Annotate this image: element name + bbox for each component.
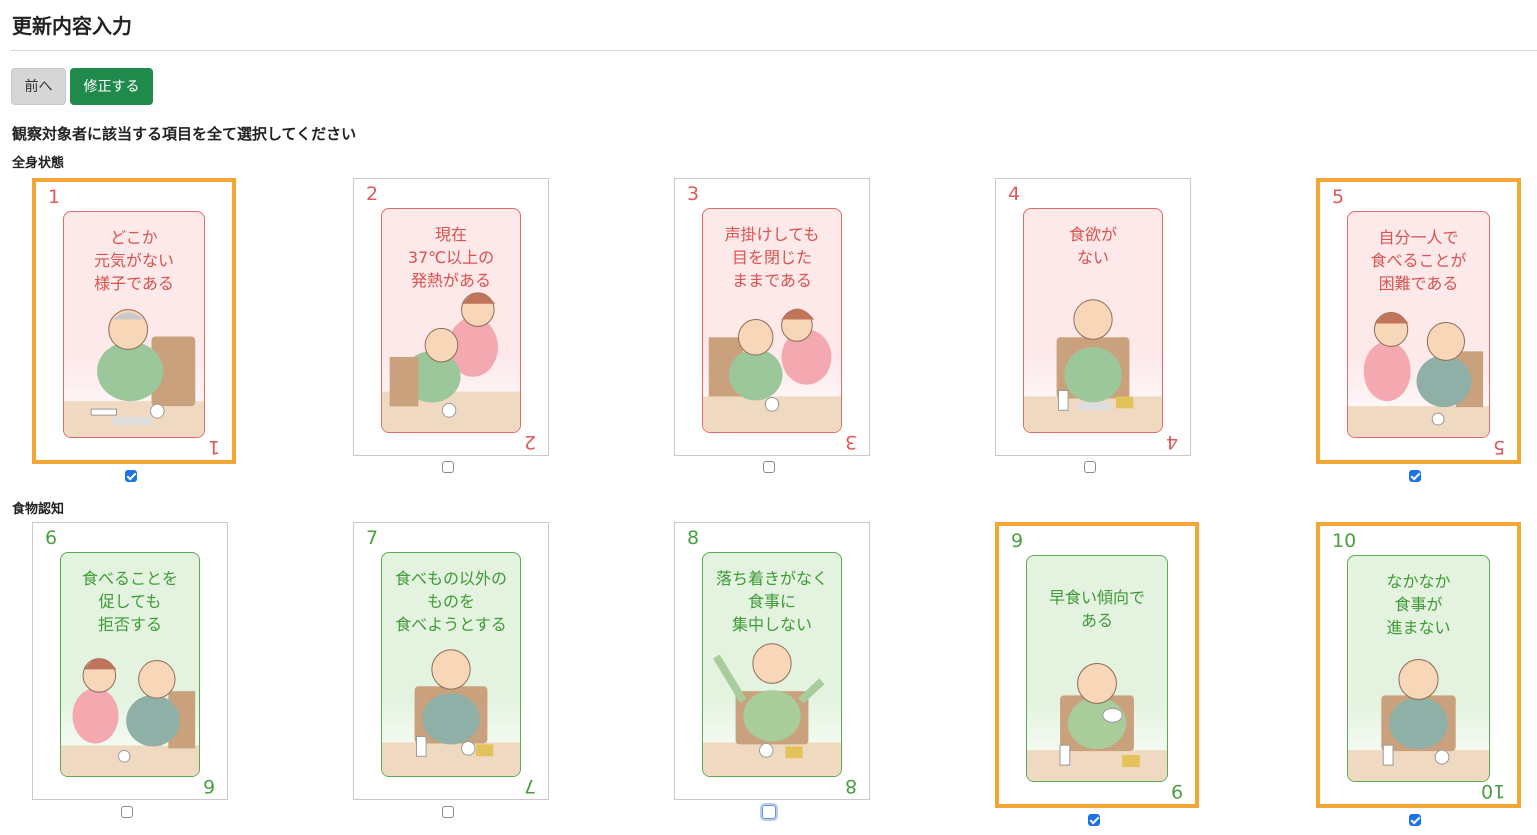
- card-number-inverted: 4: [1165, 431, 1178, 453]
- card-face: どこか 元気がない 様子である: [63, 211, 205, 438]
- card-number: 9: [1011, 530, 1024, 552]
- card-5-checkbox[interactable]: [1409, 470, 1421, 482]
- illustration-eating-fast: [1027, 663, 1167, 781]
- illustration-eating-slowly: [1348, 659, 1489, 781]
- prev-button[interactable]: 前へ: [11, 68, 66, 105]
- card-10-checkbox[interactable]: [1409, 814, 1421, 826]
- card-2[interactable]: 2 現在 37℃以上の 発熱がある 2: [353, 178, 549, 456]
- card-number-inverted: 3: [844, 431, 857, 453]
- card-10[interactable]: 10 なかなか 食事が 進まない 10: [1316, 522, 1521, 808]
- card-face: 食欲が ない: [1023, 208, 1163, 433]
- card-5[interactable]: 5 自分一人で 食べることが 困難である 5: [1316, 178, 1521, 464]
- illustration-restless: [703, 643, 841, 776]
- card-4-checkbox[interactable]: [1084, 461, 1096, 473]
- card-6[interactable]: 6 食べることを 促しても 拒否する 6: [32, 522, 228, 800]
- card-8[interactable]: 8 落ち着きがなく 食事に 集中しない 8: [674, 522, 870, 800]
- card-8-checkbox[interactable]: [762, 805, 776, 819]
- card-number: 7: [366, 527, 379, 549]
- card-2-checkbox[interactable]: [442, 461, 454, 473]
- card-face: 早食い傾向で ある: [1026, 555, 1168, 782]
- illustration-assisted-eating: [1348, 312, 1489, 437]
- card-number: 4: [1008, 183, 1021, 205]
- card-number-inverted: 2: [523, 431, 536, 453]
- card-number-inverted: 10: [1480, 780, 1505, 802]
- card-1-checkbox[interactable]: [125, 470, 137, 482]
- card-number: 1: [48, 186, 61, 208]
- illustration-elderly-man-tired: [64, 309, 204, 437]
- card-number: 6: [45, 527, 58, 549]
- card-number-inverted: 7: [523, 775, 536, 797]
- card-9-checkbox[interactable]: [1088, 814, 1100, 826]
- card-face: 声掛けしても 目を閉じた ままである: [702, 208, 842, 433]
- card-number: 3: [687, 183, 700, 205]
- card-number-inverted: 1: [207, 436, 220, 458]
- card-face: なかなか 食事が 進まない: [1347, 555, 1490, 782]
- card-3-checkbox[interactable]: [763, 461, 775, 473]
- card-6-checkbox[interactable]: [121, 806, 133, 818]
- card-face: 落ち着きがなく 食事に 集中しない: [702, 552, 842, 777]
- illustration-eyes-closed: [703, 308, 841, 432]
- illustration-fever-check: [382, 292, 520, 432]
- section-label-food-recognition: 食物認知: [12, 502, 65, 517]
- card-number: 5: [1332, 186, 1345, 208]
- card-face: 食べることを 促しても 拒否する: [60, 552, 200, 777]
- illustration-refusing-food: [61, 658, 199, 776]
- illustration-eating-non-food: [382, 649, 520, 776]
- card-7[interactable]: 7 食べもの以外の ものを 食べようとする 7: [353, 522, 549, 800]
- card-3[interactable]: 3 声掛けしても 目を閉じた ままである 3: [674, 178, 870, 456]
- card-4[interactable]: 4 食欲が ない 4: [995, 178, 1191, 456]
- card-number-inverted: 8: [844, 775, 857, 797]
- card-1[interactable]: 1 どこか 元気がない 様子である 1: [32, 178, 236, 464]
- illustration-no-appetite: [1024, 299, 1162, 432]
- card-number-inverted: 9: [1170, 780, 1183, 802]
- card-7-checkbox[interactable]: [442, 806, 454, 818]
- page-title: 更新内容入力: [12, 14, 132, 38]
- card-face: 食べもの以外の ものを 食べようとする: [381, 552, 521, 777]
- edit-button[interactable]: 修正する: [70, 68, 153, 105]
- divider: [10, 50, 1537, 51]
- section-label-general-condition: 全身状態: [12, 156, 65, 171]
- instruction-text: 観察対象者に該当する項目を全て選択してください: [12, 125, 357, 143]
- card-face: 現在 37℃以上の 発熱がある: [381, 208, 521, 433]
- card-face: 自分一人で 食べることが 困難である: [1347, 211, 1490, 438]
- card-number-inverted: 6: [202, 775, 215, 797]
- card-9[interactable]: 9 早食い傾向で ある 9: [995, 522, 1199, 808]
- card-number-inverted: 5: [1492, 436, 1505, 458]
- card-number: 2: [366, 183, 379, 205]
- card-number: 10: [1332, 530, 1357, 552]
- card-number: 8: [687, 527, 700, 549]
